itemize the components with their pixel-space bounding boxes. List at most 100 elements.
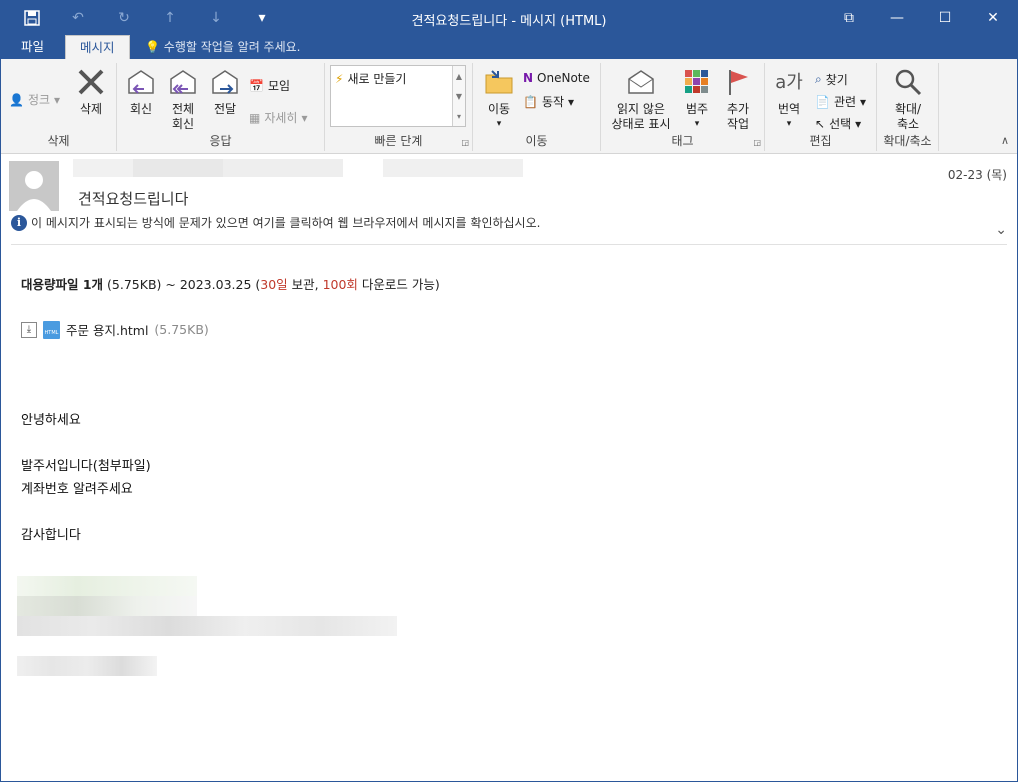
gallery-scrollbar[interactable]: ▲ ▼ ▾: [452, 66, 465, 126]
delete-label: 삭제: [79, 102, 103, 116]
select-label: 선택: [829, 117, 852, 131]
reply-all-icon: [166, 65, 200, 99]
quick-step-new[interactable]: ⚡ 새로 만들기: [335, 70, 406, 87]
expand-header-icon[interactable]: ⌄: [995, 222, 1007, 238]
ribbon-tabs: 파일 메시지 💡 수행할 작업을 알려 주세요.: [1, 35, 1017, 59]
tab-file[interactable]: 파일: [7, 35, 58, 59]
group-editing: a가 번역 ▾ ⌕ 찾기 📄 관련 ▾ ↖ 선택 ▾ 편집: [765, 63, 877, 151]
more-respond-button[interactable]: ▦ 자세히 ▾: [249, 109, 308, 126]
maximize-button[interactable]: ☐: [921, 1, 969, 35]
dialog-launcher-icon[interactable]: ◲: [461, 138, 469, 147]
lightbulb-icon: 💡: [145, 40, 160, 54]
collapse-ribbon-icon[interactable]: ∧: [1001, 134, 1009, 147]
close-button[interactable]: ✕: [969, 1, 1017, 35]
reply-icon: [124, 65, 158, 99]
tab-message[interactable]: 메시지: [65, 35, 130, 59]
download-icon[interactable]: ⤓: [21, 321, 37, 338]
mark-unread-button[interactable]: 읽지 않은 상태로 표시: [605, 65, 677, 132]
categorize-button[interactable]: 범주 ▾: [679, 65, 715, 132]
body-line-order: 발주서입니다(첨부파일): [21, 459, 151, 474]
group-tags: 읽지 않은 상태로 표시 범주 ▾ 추가 작업 태그 ◲: [601, 63, 765, 151]
chevron-down-icon: ▾: [568, 94, 575, 109]
save-icon[interactable]: [9, 8, 55, 28]
related-label: 관련: [833, 95, 857, 109]
actions-label: 동작: [541, 95, 565, 109]
follow-up-button[interactable]: 추가 작업: [719, 65, 757, 132]
minimize-button[interactable]: —: [873, 1, 921, 35]
attachment-size: (5.75KB): [154, 322, 209, 337]
translate-button[interactable]: a가 번역 ▾: [771, 65, 807, 132]
ignore-button[interactable]: 👤 정크 ▾: [9, 91, 60, 108]
group-move: 이동 ▾ N OneNote 📋 동작 ▾ 이동: [473, 63, 601, 151]
group-label-delete: 삭제: [47, 134, 70, 148]
customize-qat-icon[interactable]: ▾: [239, 8, 285, 28]
body-line-account: 계좌번호 알려주세요: [21, 482, 133, 497]
undo-icon[interactable]: ↶: [55, 8, 101, 28]
reply-label: 회신: [129, 102, 153, 116]
categorize-icon: [680, 65, 714, 99]
chevron-down-icon: ▾: [855, 116, 862, 131]
chevron-down-icon: ▾: [694, 119, 700, 129]
group-label-quick-steps: 빠른 단계: [374, 134, 423, 148]
attachment-row[interactable]: ⤓ HTML 주문 용지.html (5.75KB): [21, 320, 209, 339]
bigfile-days: 30일: [260, 277, 288, 292]
onenote-button[interactable]: N OneNote: [523, 71, 590, 85]
attachment-name[interactable]: 주문 용지.html: [66, 320, 148, 339]
dialog-launcher-icon[interactable]: ◲: [753, 138, 761, 147]
previous-item-icon[interactable]: ↑: [147, 8, 193, 28]
group-respond: 회신 전체 회신 전달 📅 모임 ▦ 자세히 ▾ 응답: [117, 63, 325, 151]
meeting-label: 모임: [267, 79, 291, 93]
reply-all-label: 전체 회신: [171, 102, 195, 131]
next-item-icon[interactable]: ↓: [193, 8, 239, 28]
message-date: 02-23 (목): [947, 168, 1007, 182]
more-label: 자세히: [264, 111, 298, 125]
quick-steps-gallery[interactable]: ⚡ 새로 만들기 ▲ ▼ ▾: [330, 65, 466, 127]
outlook-message-window: ↶ ↻ ↑ ↓ ▾ 견적요청드립니다 - 메시지 (HTML) ⧉ — ☐ ✕ …: [0, 0, 1018, 782]
actions-button[interactable]: 📋 동작 ▾: [523, 93, 574, 110]
sender-redacted: [73, 159, 533, 179]
header-divider: [11, 244, 1007, 245]
delete-button[interactable]: 삭제: [73, 65, 109, 117]
chevron-down-icon: ▾: [54, 92, 61, 107]
flag-icon: [721, 65, 755, 99]
categorize-label: 범주: [685, 102, 709, 116]
title-bar: ↶ ↻ ↑ ↓ ▾ 견적요청드립니다 - 메시지 (HTML) ⧉ — ☐ ✕: [1, 1, 1017, 35]
quick-access-toolbar: ↶ ↻ ↑ ↓ ▾: [9, 8, 285, 28]
message-subject: 견적요청드립니다: [78, 190, 189, 208]
move-button[interactable]: 이동 ▾: [481, 65, 517, 132]
reply-all-button[interactable]: 전체 회신: [165, 65, 201, 132]
body-line-greeting: 안녕하세요: [21, 413, 81, 428]
onenote-label: OneNote: [537, 71, 590, 85]
actions-icon: 📋: [523, 94, 538, 109]
bigfile-title: 대용량파일 1개: [21, 277, 104, 292]
html-file-icon: HTML: [43, 320, 60, 339]
calendar-icon: 📅: [249, 78, 264, 93]
tell-me-box[interactable]: 💡 수행할 작업을 알려 주세요.: [145, 35, 300, 59]
delete-icon: [74, 65, 108, 99]
chevron-down-icon: ▾: [301, 110, 308, 125]
reply-button[interactable]: 회신: [123, 65, 159, 117]
follow-up-label: 추가 작업: [726, 102, 750, 131]
group-label-zoom: 확대/축소: [883, 134, 932, 148]
select-button[interactable]: ↖ 선택 ▾: [815, 115, 861, 132]
mark-unread-label: 읽지 않은 상태로 표시: [611, 102, 671, 131]
related-button[interactable]: 📄 관련 ▾: [815, 93, 866, 110]
ribbon-display-options-icon[interactable]: ⧉: [825, 1, 873, 35]
forward-label: 전달: [213, 102, 237, 116]
related-icon: 📄: [815, 94, 830, 109]
find-button[interactable]: ⌕ 찾기: [815, 71, 848, 88]
onenote-icon: N: [523, 71, 534, 85]
chevron-down-icon: ▾: [786, 119, 792, 129]
folder-move-icon: [482, 65, 516, 99]
forward-button[interactable]: 전달: [207, 65, 243, 117]
info-icon: i: [11, 214, 27, 231]
zoom-label: 확대/ 축소: [894, 102, 922, 131]
ribbon: 👤 정크 ▾ 삭제 삭제 회신 전체 회신 전달 📅 모임 ▦ 자세히 ▾ 응답…: [1, 59, 1017, 154]
move-label: 이동: [487, 102, 511, 116]
bigfile-keep: 보관,: [287, 277, 323, 292]
redo-icon[interactable]: ↻: [101, 8, 147, 28]
meeting-button[interactable]: 📅 모임: [249, 77, 290, 94]
info-bar[interactable]: i 이 메시지가 표시되는 방식에 문제가 있으면 여기를 클릭하여 웹 브라우…: [11, 214, 540, 231]
zoom-button[interactable]: 확대/ 축소: [885, 65, 931, 132]
find-label: 찾기: [825, 73, 848, 87]
